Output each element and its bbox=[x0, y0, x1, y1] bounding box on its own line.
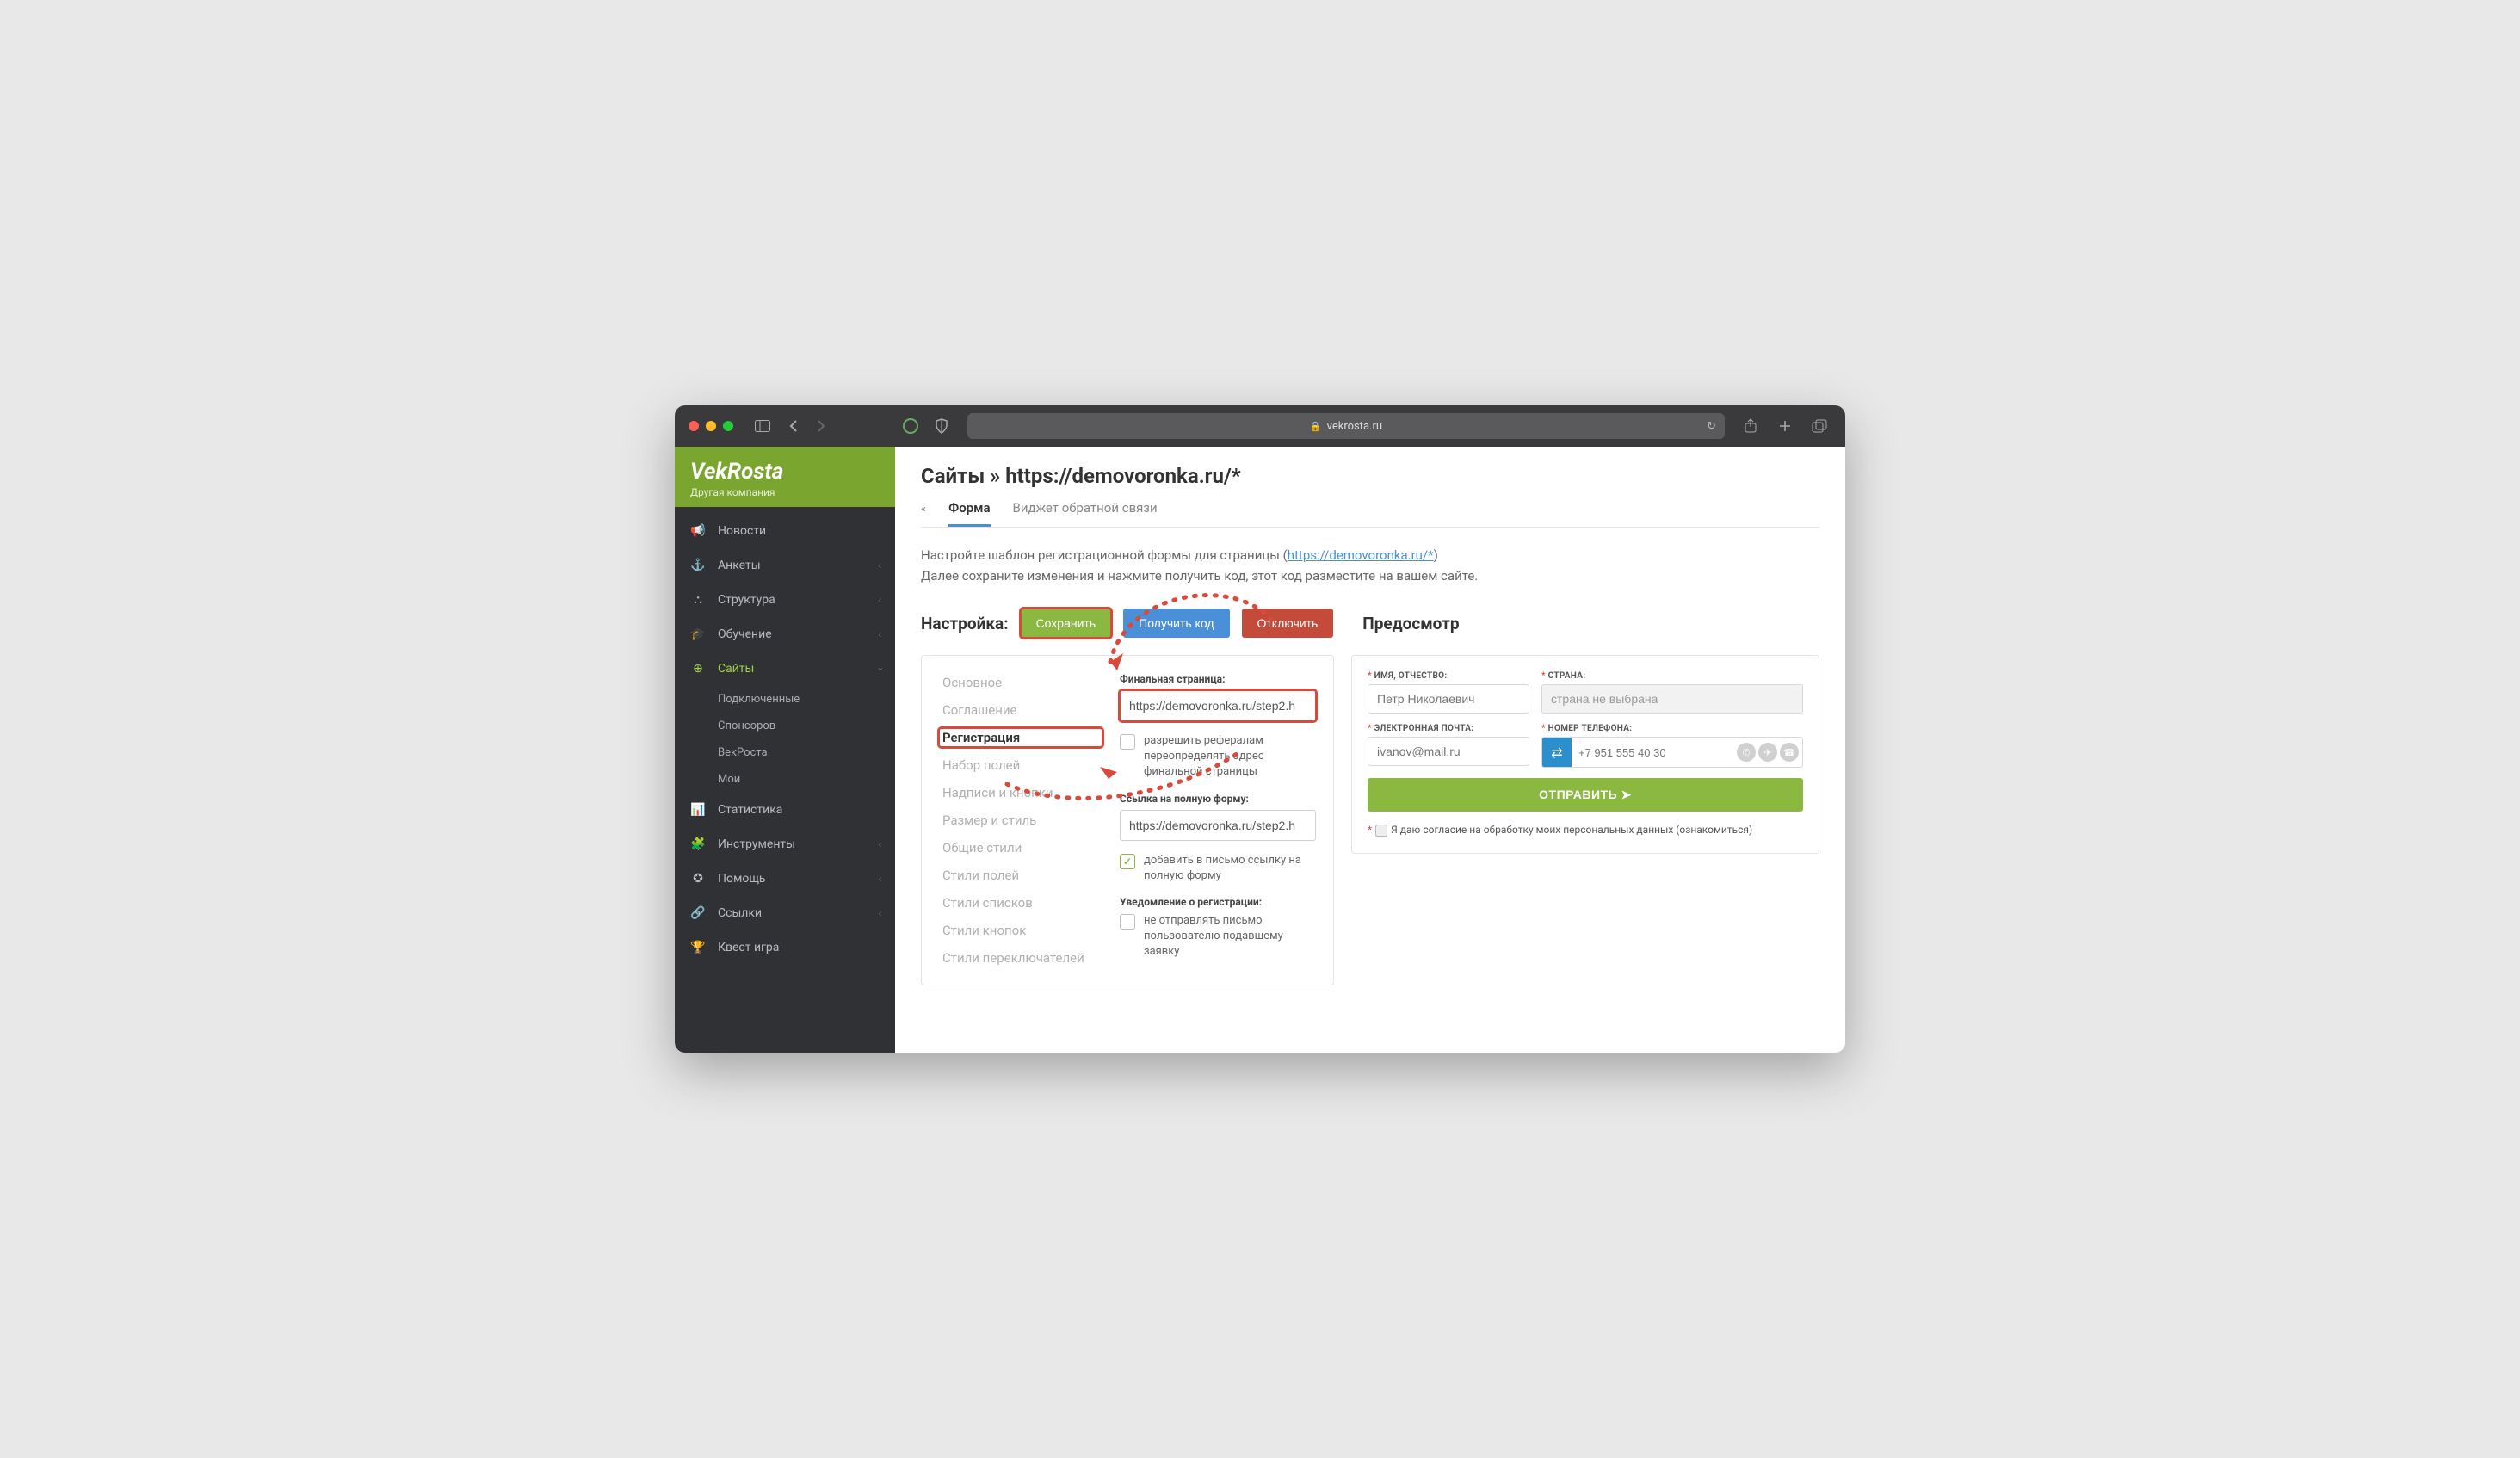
trophy-icon: 🏆 bbox=[690, 941, 706, 954]
nav-label: Инструменты bbox=[718, 837, 795, 851]
back-button[interactable] bbox=[781, 414, 806, 438]
url-text: vekrosta.ru bbox=[1327, 420, 1382, 433]
browser-chrome: 🔒 vekrosta.ru ↻ bbox=[675, 405, 1845, 447]
sidebar-sub-my[interactable]: Мои bbox=[675, 766, 895, 793]
chevron-left-icon: ‹ bbox=[879, 629, 881, 640]
new-tab-icon[interactable] bbox=[1773, 414, 1797, 438]
lock-icon: 🔒 bbox=[1310, 421, 1322, 432]
sidebar-item-statistics[interactable]: 📊 Статистика bbox=[675, 793, 895, 827]
puzzle-icon: 🧩 bbox=[690, 837, 706, 851]
structure-icon: ⛬ bbox=[690, 593, 706, 607]
nav-label: Статистика bbox=[718, 803, 782, 817]
tabs-icon[interactable] bbox=[1807, 414, 1831, 438]
brand-logo: VekRosta bbox=[690, 459, 880, 485]
chevron-left-icon: ‹ bbox=[879, 874, 881, 885]
viber-icon[interactable]: ☎ bbox=[1780, 743, 1799, 762]
graduation-icon: 🎓 bbox=[690, 627, 706, 641]
nav-label: Сайты bbox=[718, 662, 754, 676]
url-bar[interactable]: 🔒 vekrosta.ru ↻ bbox=[967, 413, 1725, 439]
privacy-icon[interactable] bbox=[899, 414, 923, 438]
chart-icon: 📊 bbox=[690, 803, 706, 817]
shield-icon[interactable] bbox=[930, 414, 954, 438]
main-content: Сайты » https://demovoronka.ru/* « Форма… bbox=[895, 447, 1845, 1053]
chevron-left-icon: ‹ bbox=[879, 595, 881, 606]
minimize-window-button[interactable] bbox=[706, 421, 716, 431]
sidebar-toggle-icon[interactable] bbox=[750, 414, 775, 438]
sidebar-sub-vekrosta[interactable]: ВекРоста bbox=[675, 739, 895, 766]
chevron-left-icon: ‹ bbox=[879, 908, 881, 919]
chevron-left-icon: ‹ bbox=[879, 560, 881, 571]
browser-window: 🔒 vekrosta.ru ↻ VekRosta Другая компания… bbox=[675, 405, 1845, 1053]
chevron-down-icon: ‹ bbox=[874, 667, 886, 670]
nav-buttons bbox=[781, 414, 833, 438]
megaphone-icon: 📢 bbox=[690, 524, 706, 538]
brand-header[interactable]: VekRosta Другая компания bbox=[675, 447, 895, 507]
nav-label: Новости bbox=[718, 524, 766, 538]
sidebar-item-surveys[interactable]: ⚓ Анкеты ‹ bbox=[675, 548, 895, 583]
nav-label: Ссылки bbox=[718, 906, 762, 920]
maximize-window-button[interactable] bbox=[723, 421, 733, 431]
sidebar-sub-sponsors[interactable]: Спонсоров bbox=[675, 713, 895, 739]
sidebar-item-links[interactable]: 🔗 Ссылки ‹ bbox=[675, 896, 895, 930]
sidebar-item-tools[interactable]: 🧩 Инструменты ‹ bbox=[675, 827, 895, 862]
forward-button[interactable] bbox=[809, 414, 833, 438]
app-content: VekRosta Другая компания 📢 Новости ⚓ Анкет… bbox=[675, 447, 1845, 1053]
sidebar: VekRosta Другая компания 📢 Новости ⚓ Анкет… bbox=[675, 447, 895, 1053]
anchor-icon: ⚓ bbox=[690, 559, 706, 572]
nav-label: Помощь bbox=[718, 872, 766, 886]
nav-label: Обучение bbox=[718, 627, 772, 641]
sidebar-item-structure[interactable]: ⛬ Структура ‹ bbox=[675, 583, 895, 617]
sidebar-nav: 📢 Новости ⚓ Анкеты ‹ ⛬ Структура ‹ 🎓 Обучение ‹… bbox=[675, 507, 895, 965]
close-window-button[interactable] bbox=[689, 421, 699, 431]
sidebar-item-news[interactable]: 📢 Новости bbox=[675, 514, 895, 548]
share-icon[interactable] bbox=[1739, 414, 1763, 438]
sidebar-item-quest[interactable]: 🏆 Квест игра bbox=[675, 930, 895, 965]
refresh-icon[interactable]: ↻ bbox=[1707, 420, 1716, 433]
traffic-lights bbox=[689, 421, 733, 431]
help-icon: ✪ bbox=[690, 872, 706, 886]
globe-icon: ⊕ bbox=[690, 662, 706, 676]
telegram-icon[interactable]: ✈ bbox=[1758, 743, 1777, 762]
sidebar-item-help[interactable]: ✪ Помощь ‹ bbox=[675, 862, 895, 896]
nav-label: Квест игра bbox=[718, 941, 779, 954]
sidebar-sub-connected[interactable]: Подключенные bbox=[675, 686, 895, 713]
link-icon: 🔗 bbox=[690, 906, 706, 920]
annotation-arrows bbox=[895, 447, 1756, 1049]
brand-subtitle: Другая компания bbox=[690, 486, 880, 498]
nav-label: Анкеты bbox=[718, 559, 761, 572]
sidebar-item-education[interactable]: 🎓 Обучение ‹ bbox=[675, 617, 895, 652]
nav-label: Структура bbox=[718, 593, 775, 607]
chevron-left-icon: ‹ bbox=[879, 839, 881, 850]
sidebar-item-sites[interactable]: ⊕ Сайты ‹ bbox=[675, 652, 895, 686]
